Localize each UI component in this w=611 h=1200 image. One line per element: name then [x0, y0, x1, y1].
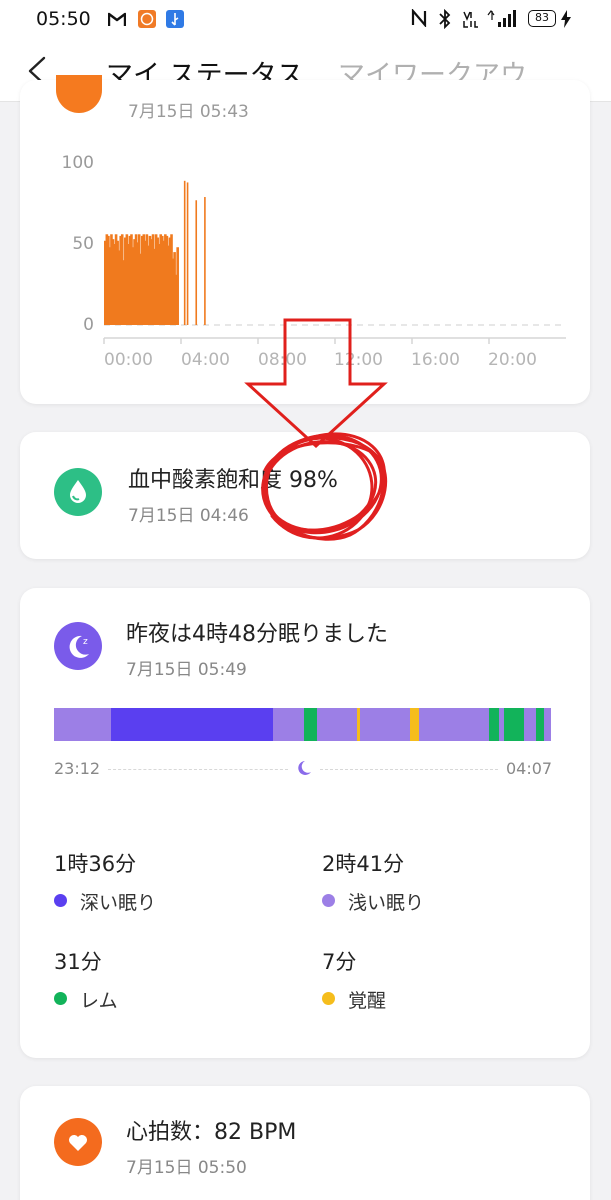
timeline-dash	[108, 769, 288, 770]
rem-dot	[54, 992, 67, 1005]
blood-oxygen-title: 血中酸素飽和度 98%	[128, 468, 338, 493]
sleep-start-time: 23:12	[54, 759, 101, 778]
water-drop-icon	[54, 468, 102, 516]
sleep-title: 昨夜は4時48分眠りました	[126, 622, 388, 647]
sleep-segment-light	[54, 708, 112, 741]
light-sleep-label: 浅い眠り	[348, 892, 425, 914]
timeline-dash	[320, 769, 498, 770]
chart-bar	[204, 197, 206, 325]
chart-bar	[186, 182, 189, 325]
status-time: 05:50	[36, 8, 91, 30]
light-sleep-dot	[322, 894, 335, 907]
sleep-date: 7月15日 05:49	[126, 660, 247, 680]
activity-bar-chart	[103, 180, 566, 344]
bluetooth-icon	[437, 8, 453, 33]
nfc-icon	[411, 8, 427, 31]
awake-dot	[322, 992, 335, 1005]
battery-indicator: 83	[528, 10, 556, 27]
awake-label: 覚醒	[348, 990, 387, 1012]
gmail-icon	[107, 12, 127, 27]
chart-bar	[195, 200, 198, 325]
sleep-segment-rem	[503, 708, 524, 741]
sleep-segment-light	[272, 708, 304, 741]
rem-label: レム	[80, 990, 118, 1012]
heart-rate-title: 心拍数：82 BPM	[126, 1120, 297, 1145]
awake-value: 7分	[322, 950, 357, 974]
chart-bar	[183, 180, 186, 325]
sleep-segment-rem	[488, 708, 499, 741]
sleep-segment-light	[418, 708, 489, 741]
chart-bar	[176, 247, 179, 325]
sleep-segment-rem	[303, 708, 318, 741]
sleep-end-time: 04:07	[506, 759, 553, 778]
deep-sleep-value: 1時36分	[54, 852, 137, 876]
x-tick-label: 20:00	[488, 350, 537, 370]
moon-icon: z	[54, 622, 102, 670]
deep-sleep-dot	[54, 894, 67, 907]
x-tick-label: 00:00	[104, 350, 153, 370]
deep-sleep-label: 深い眠り	[80, 892, 157, 914]
sleep-segment-light	[317, 708, 358, 741]
status-bar: 05:50 83	[0, 0, 611, 40]
heart-rate-card[interactable]: 心拍数：82 BPM 7月15日 05:50	[20, 1086, 590, 1200]
usb-icon	[166, 10, 184, 28]
svg-text:z: z	[83, 637, 88, 647]
rem-value: 31分	[54, 950, 102, 974]
sleep-stage-bar	[54, 708, 551, 741]
sleep-card[interactable]: z 昨夜は4時48分眠りました 7月15日 05:49 23:12 04:07 …	[20, 588, 590, 1058]
signal-icon	[486, 9, 520, 33]
sleep-segment-rem	[536, 708, 544, 741]
blood-oxygen-date: 7月15日 04:46	[128, 506, 249, 526]
x-tick-label: 04:00	[181, 350, 230, 370]
x-tick-label: 08:00	[258, 350, 307, 370]
heart-rate-date: 7月15日 05:50	[126, 1158, 247, 1178]
activity-chart-card[interactable]: 7月15日 05:43 100 50 0 00:00 04:00 08:00 1…	[20, 75, 590, 404]
sleep-segment-light	[543, 708, 551, 741]
x-tick-label: 12:00	[334, 350, 383, 370]
sleep-segment-deep	[111, 708, 273, 741]
light-sleep-value: 2時41分	[322, 852, 405, 876]
blood-oxygen-card[interactable]: 血中酸素飽和度 98% 7月15日 04:46	[20, 432, 590, 559]
charging-icon	[560, 10, 572, 32]
sleep-segment-awake	[409, 708, 419, 741]
mi-fit-icon	[138, 10, 156, 28]
heart-icon	[54, 1118, 102, 1166]
sleep-segment-light	[523, 708, 537, 741]
volte-icon	[462, 9, 478, 33]
sleep-segment-light	[360, 708, 410, 741]
moon-small-icon	[294, 758, 314, 782]
x-tick-label: 16:00	[411, 350, 460, 370]
